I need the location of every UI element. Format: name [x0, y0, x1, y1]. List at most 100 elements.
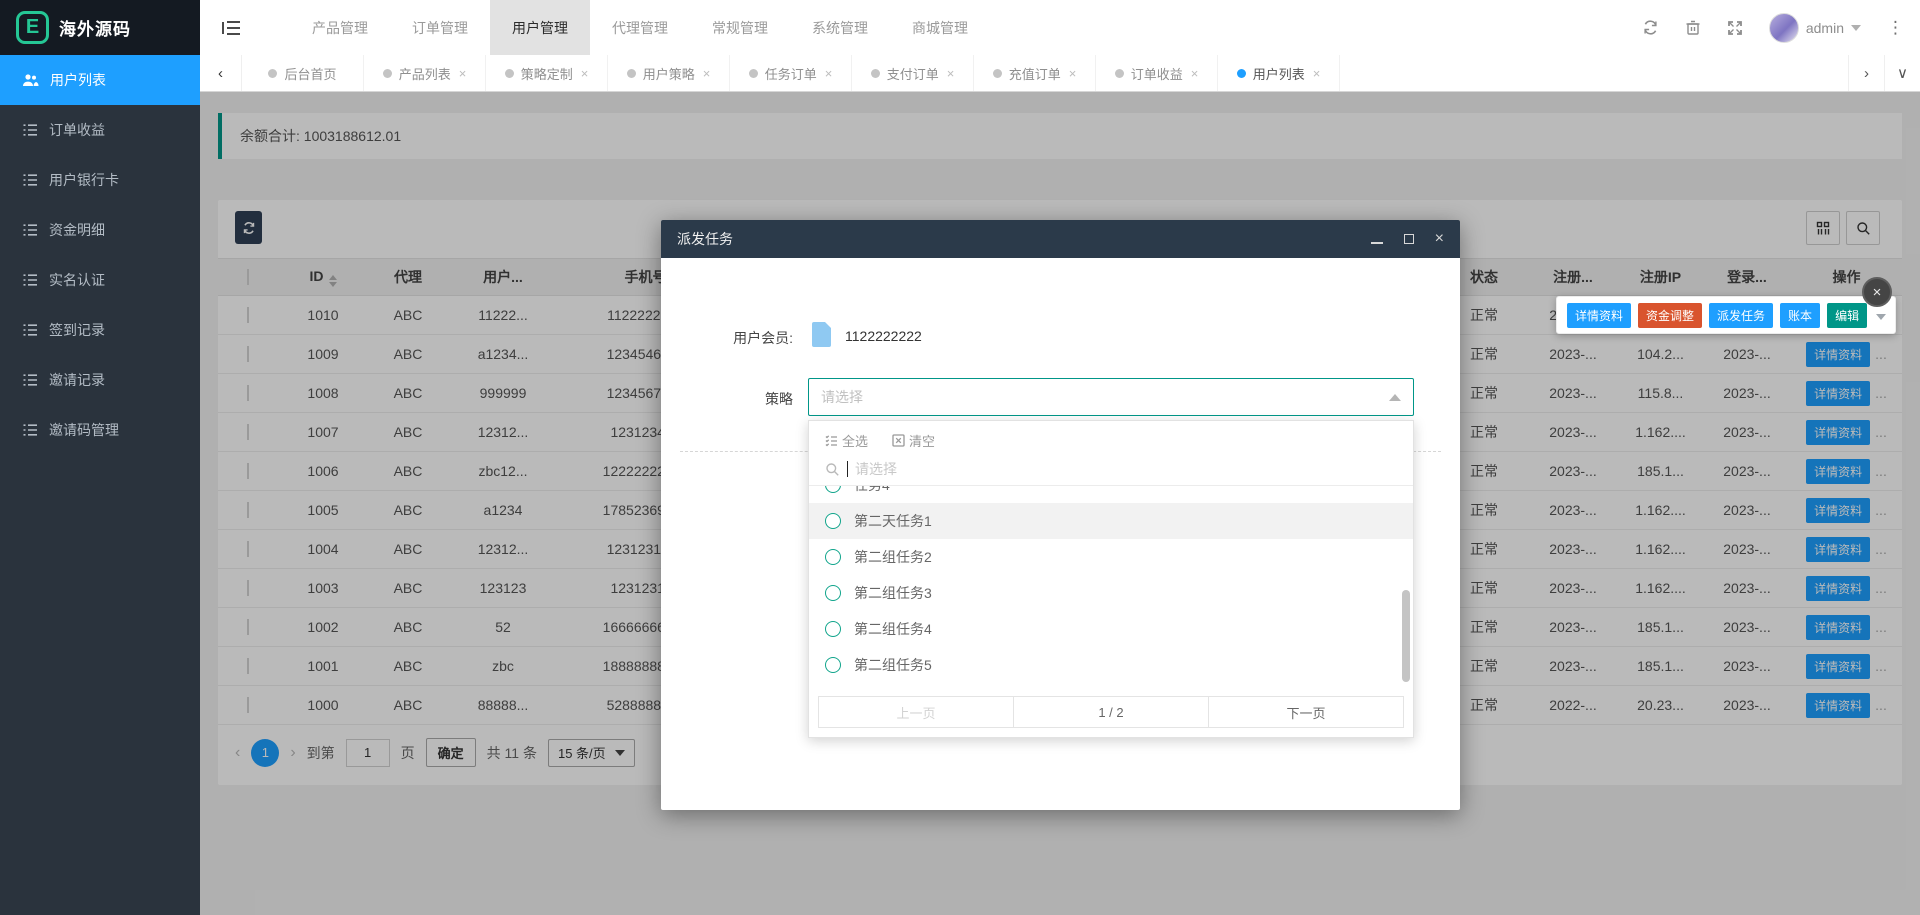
- dropdown-option-2[interactable]: 第二天任务1: [809, 503, 1413, 539]
- popup-action-button-2[interactable]: 资金调整: [1638, 303, 1702, 328]
- tab-dot-icon: [1237, 69, 1246, 78]
- chevron-down-icon: [1851, 25, 1861, 31]
- option-label: 任务4: [854, 486, 890, 495]
- dropdown-search-input[interactable]: [855, 461, 1397, 477]
- chevron-up-icon: [1389, 394, 1401, 401]
- fullscreen-icon[interactable]: [1727, 20, 1743, 36]
- top-nav-item-1[interactable]: 产品管理: [290, 0, 390, 55]
- sidebar-item-label: 签到记录: [49, 320, 105, 340]
- close-tab-icon[interactable]: ×: [947, 66, 955, 81]
- tabs: 后台首页产品列表×策略定制×用户策略×任务订单×支付订单×充值订单×订单收益×用…: [242, 55, 1848, 91]
- dropdown-option-6[interactable]: 第二组任务5: [809, 647, 1413, 683]
- select-all-button[interactable]: 全选: [825, 431, 868, 450]
- strategy-select[interactable]: 请选择: [808, 378, 1414, 416]
- search-icon: [825, 462, 840, 477]
- tab-2[interactable]: 产品列表 ×: [364, 55, 486, 91]
- top-nav-item-7[interactable]: 商城管理: [890, 0, 990, 55]
- dropdown-option-4[interactable]: 第二组任务3: [809, 575, 1413, 611]
- modal-titlebar: 派发任务 ×: [661, 220, 1460, 258]
- close-icon[interactable]: ×: [1435, 231, 1444, 247]
- sidebar-item-4[interactable]: 资金明细: [0, 205, 200, 255]
- topbar: 产品管理订单管理用户管理代理管理常规管理系统管理商城管理 admin ⋮: [200, 0, 1920, 55]
- text-cursor: [847, 461, 848, 477]
- top-nav-item-2[interactable]: 订单管理: [390, 0, 490, 55]
- tab-dot-icon: [749, 69, 758, 78]
- user-menu[interactable]: admin: [1769, 13, 1861, 43]
- tab-5[interactable]: 任务订单×: [730, 55, 852, 91]
- member-value: 1122222222: [845, 328, 922, 344]
- clear-label: 清空: [909, 431, 935, 450]
- tab-6[interactable]: 支付订单×: [852, 55, 974, 91]
- sidebar-item-6[interactable]: 签到记录: [0, 305, 200, 355]
- tabs-scroll-right-button[interactable]: ›: [1848, 55, 1884, 91]
- clear-button[interactable]: 清空: [892, 431, 935, 450]
- refresh-icon[interactable]: [1642, 19, 1659, 36]
- brand-logo-icon: E: [16, 11, 49, 44]
- dispatch-task-modal: 派发任务 × 用户会员: 1122222222 策略 请选择 全选: [661, 220, 1460, 810]
- popup-action-button-4[interactable]: 账本: [1780, 303, 1820, 328]
- tab-label: 用户列表: [1253, 64, 1305, 83]
- chevron-down-icon[interactable]: [1876, 314, 1886, 320]
- strategy-select-placeholder: 请选择: [821, 387, 863, 407]
- sidebar-item-5[interactable]: 实名认证: [0, 255, 200, 305]
- list-icon: [22, 373, 38, 387]
- popup-action-button-3[interactable]: 派发任务: [1709, 303, 1773, 328]
- tab-label: 产品列表: [399, 64, 451, 83]
- popup-close-button[interactable]: ×: [1862, 277, 1892, 307]
- sidebar-item-2[interactable]: 订单收益: [0, 105, 200, 155]
- tabs-menu-button[interactable]: ∨: [1884, 55, 1920, 91]
- option-label: 第二天任务1: [854, 511, 932, 531]
- row-action-popup: 详情资料资金调整派发任务账本编辑: [1556, 296, 1896, 334]
- tab-8[interactable]: 订单收益×: [1096, 55, 1218, 91]
- sidebar-menu: 用户列表订单收益用户银行卡资金明细实名认证签到记录邀请记录邀请码管理: [0, 55, 200, 455]
- dropdown-option-3[interactable]: 第二组任务2: [809, 539, 1413, 575]
- close-tab-icon[interactable]: ×: [825, 66, 833, 81]
- sidebar-item-1[interactable]: 用户列表: [0, 55, 200, 105]
- radio-icon: [825, 585, 841, 601]
- dropdown-option-1[interactable]: 任务4: [809, 486, 1413, 503]
- top-nav-item-4[interactable]: 代理管理: [590, 0, 690, 55]
- top-nav-item-5[interactable]: 常规管理: [690, 0, 790, 55]
- top-nav-item-3[interactable]: 用户管理: [490, 0, 590, 55]
- select-all-label: 全选: [842, 431, 868, 450]
- tabs-scroll-left-button[interactable]: ‹: [200, 55, 242, 91]
- list-icon: [22, 423, 38, 437]
- tab-4[interactable]: 用户策略×: [608, 55, 730, 91]
- tabbar: ‹ 后台首页产品列表×策略定制×用户策略×任务订单×支付订单×充值订单×订单收益…: [200, 55, 1920, 92]
- dropdown-prev-button[interactable]: 上一页: [819, 697, 1014, 727]
- popup-action-button-1[interactable]: 详情资料: [1567, 303, 1631, 328]
- tab-3[interactable]: 策略定制×: [486, 55, 608, 91]
- tab-dot-icon: [993, 69, 1002, 78]
- maximize-icon[interactable]: [1404, 234, 1414, 244]
- menu-toggle-icon[interactable]: [200, 0, 262, 55]
- minimize-icon[interactable]: [1371, 242, 1383, 244]
- member-label: 用户会员:: [681, 328, 793, 348]
- dropdown-option-5[interactable]: 第二组任务4: [809, 611, 1413, 647]
- list-icon: [22, 323, 38, 337]
- trash-icon[interactable]: [1685, 19, 1701, 36]
- dropdown-scrollbar[interactable]: [1402, 590, 1410, 682]
- dropdown-search: [809, 453, 1413, 486]
- close-tab-icon[interactable]: ×: [1313, 66, 1321, 81]
- tab-9[interactable]: 用户列表 ×: [1218, 55, 1340, 91]
- sidebar-item-7[interactable]: 邀请记录: [0, 355, 200, 405]
- close-tab-icon[interactable]: ×: [703, 66, 711, 81]
- close-tab-icon[interactable]: ×: [581, 66, 589, 81]
- tab-7[interactable]: 充值订单×: [974, 55, 1096, 91]
- popup-action-button-5[interactable]: 编辑: [1827, 303, 1867, 328]
- tab-dot-icon: [627, 69, 636, 78]
- tab-1[interactable]: 后台首页: [242, 55, 364, 91]
- top-nav-item-6[interactable]: 系统管理: [790, 0, 890, 55]
- dropdown-pagination: 上一页 1 / 2 下一页: [818, 696, 1404, 728]
- modal-body: 用户会员: 1122222222 策略 请选择 全选 清: [661, 258, 1460, 810]
- close-tab-icon[interactable]: ×: [1069, 66, 1077, 81]
- more-options-icon[interactable]: ⋮: [1887, 18, 1904, 38]
- close-tab-icon[interactable]: ×: [459, 66, 467, 81]
- top-nav: 产品管理订单管理用户管理代理管理常规管理系统管理商城管理: [290, 0, 990, 55]
- sidebar-item-3[interactable]: 用户银行卡: [0, 155, 200, 205]
- sidebar-item-8[interactable]: 邀请码管理: [0, 405, 200, 455]
- option-label: 第二组任务5: [854, 655, 932, 675]
- sidebar-item-label: 资金明细: [49, 220, 105, 240]
- close-tab-icon[interactable]: ×: [1191, 66, 1199, 81]
- dropdown-next-button[interactable]: 下一页: [1209, 697, 1403, 727]
